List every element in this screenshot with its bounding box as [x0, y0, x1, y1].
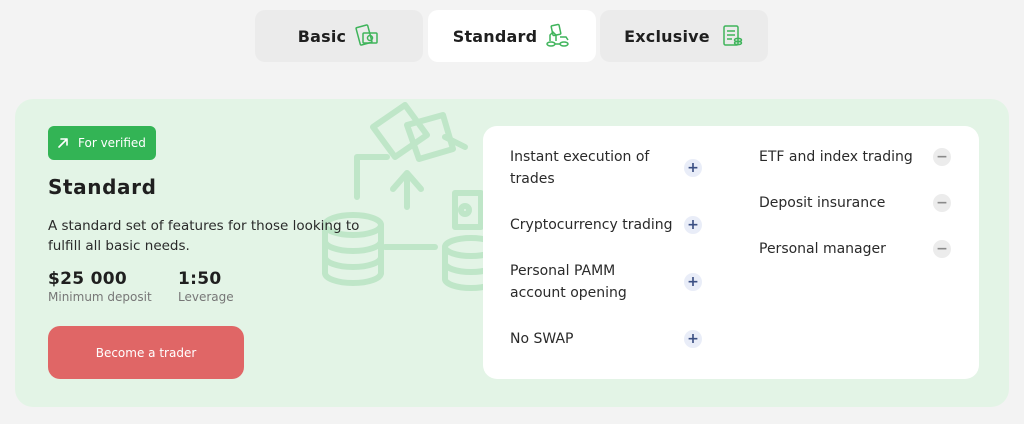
- feature-label: Deposit insurance: [759, 195, 886, 211]
- tab-basic-label: Basic: [297, 26, 347, 46]
- minus-icon[interactable]: −: [933, 194, 951, 212]
- feature-item-included: No SWAP +: [510, 328, 702, 350]
- feature-label: Personal manager: [759, 241, 886, 257]
- feature-item-excluded: Deposit insurance −: [759, 192, 951, 214]
- money-exchange-icon: [546, 23, 570, 47]
- min-deposit-value: $25 000: [48, 269, 127, 289]
- minus-icon[interactable]: −: [933, 240, 951, 258]
- money-document-icon: [723, 25, 743, 46]
- feature-label: No SWAP: [510, 331, 574, 347]
- minus-icon[interactable]: −: [933, 148, 951, 166]
- feature-item-excluded: ETF and index trading −: [759, 146, 951, 168]
- verified-badge-label: For verified: [78, 136, 146, 150]
- feature-item-excluded: Personal manager −: [759, 238, 951, 260]
- feature-item-included: Personal PAMM account opening +: [510, 260, 702, 304]
- verified-badge: For verified: [48, 126, 156, 160]
- min-deposit-label: Minimum deposit: [48, 290, 152, 304]
- plus-icon[interactable]: +: [684, 330, 702, 348]
- money-bills-icon: [355, 24, 378, 46]
- tab-exclusive[interactable]: Exclusive: [600, 10, 768, 62]
- features-panel: Instant execution of trades + Cryptocurr…: [483, 126, 979, 379]
- feature-item-included: Instant execution of trades +: [510, 146, 702, 190]
- plus-icon[interactable]: +: [684, 273, 702, 291]
- arrow-up-right-icon: [58, 138, 68, 148]
- leverage-stat: 1:50 Leverage: [178, 269, 234, 304]
- tab-exclusive-label: Exclusive: [624, 26, 710, 46]
- feature-item-included: Cryptocurrency trading +: [510, 214, 702, 236]
- min-deposit-stat: $25 000 Minimum deposit: [48, 269, 152, 304]
- leverage-value: 1:50: [178, 269, 222, 289]
- plan-description: A standard set of features for those loo…: [48, 218, 360, 254]
- tab-standard-label: Standard: [452, 26, 538, 46]
- tab-basic[interactable]: Basic: [255, 10, 423, 62]
- plan-card: For verified Standard A standard set of …: [15, 99, 1009, 407]
- feature-label: ETF and index trading: [759, 149, 913, 165]
- feature-label: Cryptocurrency trading: [510, 217, 673, 233]
- tab-standard[interactable]: Standard: [428, 10, 596, 62]
- plus-icon[interactable]: +: [684, 216, 702, 234]
- feature-label: Instant execution of trades: [510, 149, 650, 187]
- plus-icon[interactable]: +: [684, 159, 702, 177]
- plan-title: Standard: [48, 175, 157, 199]
- become-trader-button[interactable]: Become a trader: [48, 326, 244, 379]
- feature-label: Personal PAMM account opening: [510, 263, 627, 301]
- leverage-label: Leverage: [178, 290, 234, 304]
